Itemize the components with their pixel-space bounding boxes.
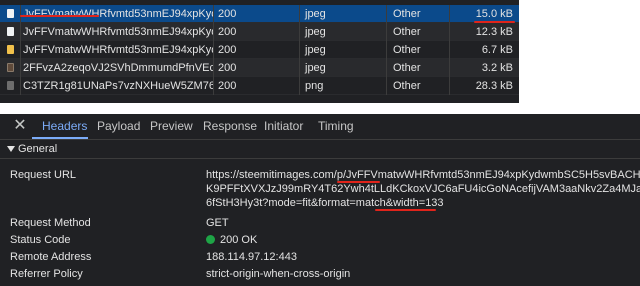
tab-headers[interactable]: Headers	[42, 114, 87, 139]
request-details-pane: ✕ Headers Payload Preview Response Initi…	[0, 114, 640, 286]
chevron-down-icon	[7, 146, 15, 152]
file-type-icon-cell	[0, 5, 20, 23]
request-status: 200	[213, 59, 299, 77]
image-file-icon	[7, 81, 14, 90]
annotation-underline-name	[20, 15, 99, 17]
tab-initiator[interactable]: Initiator	[264, 114, 303, 139]
request-status: 200	[213, 23, 299, 41]
general-section-header[interactable]: General	[0, 140, 640, 159]
request-initiator: Other	[386, 77, 449, 95]
status-code-value-wrap: 200 OK	[206, 234, 257, 246]
image-file-icon	[7, 27, 14, 36]
request-name: JvFFVmatwWHRfvmtd53nmEJ94xpKydw...	[20, 23, 213, 41]
image-file-icon	[7, 45, 14, 54]
request-url-label: Request URL	[10, 169, 77, 181]
request-type: jpeg	[299, 5, 386, 23]
annotation-underline-url-width	[375, 209, 436, 211]
request-method-value: GET	[206, 217, 229, 229]
request-name: JvFFVmatwWHRfvmtd53nmEJ94xpKydw...	[20, 5, 213, 23]
request-url-line-1: https://steemitimages.com/p/JvFFVmatwWHR…	[206, 169, 640, 181]
request-row[interactable]: JvFFVmatwWHRfvmtd53nmEJ94xpKydw... 200 jpe…	[0, 5, 519, 23]
network-request-table: JvFFVmatwWHRfvmtd53nmEJ94xpKydw... 200 jpe…	[0, 0, 519, 103]
request-initiator: Other	[386, 41, 449, 59]
request-name: JvFFVmatwWHRfvmtd53nmEJ94xpKydw...	[20, 41, 213, 59]
file-type-icon-cell	[0, 77, 20, 95]
request-method-label: Request Method	[10, 217, 91, 229]
file-type-icon-cell	[0, 41, 20, 59]
close-icon[interactable]: ✕	[12, 116, 28, 136]
request-initiator: Other	[386, 23, 449, 41]
request-row[interactable]: JvFFVmatwWHRfvmtd53nmEJ94xpKydw... 200 jpe…	[0, 23, 519, 41]
request-row[interactable]: C3TZR1g81UNaPs7vzNXHueW5ZM76D... 200 png Ot…	[0, 77, 519, 95]
request-size: 6.7 kB	[449, 41, 519, 59]
request-row[interactable]: 2FFvzA2zeqoVJ2SVhDmmumdPfnVEcah...200jpe…	[0, 59, 519, 77]
request-name: C3TZR1g81UNaPs7vzNXHueW5ZM76D...	[20, 77, 213, 95]
request-name: 2FFvzA2zeqoVJ2SVhDmmumdPfnVEcah...	[20, 59, 213, 77]
referrer-policy-value: strict-origin-when-cross-origin	[206, 268, 351, 280]
request-url-line-3: 6fStH3Hy3t?mode=fit&format=match&width=1…	[206, 197, 444, 209]
tab-preview[interactable]: Preview	[150, 114, 193, 139]
image-file-icon	[7, 9, 14, 18]
request-url-line-2: K9PFFtXVXJzJ99mRY4T62Ywh4tLLdKCkoxVJC6aF…	[206, 183, 640, 195]
request-status: 200	[213, 5, 299, 23]
request-status: 200	[213, 41, 299, 59]
status-code-value: 200 OK	[220, 234, 258, 246]
status-code-label: Status Code	[10, 234, 71, 246]
request-size: 28.3 kB	[449, 77, 519, 95]
remote-address-value: 188.114.97.12:443	[206, 251, 297, 263]
request-size: 12.3 kB	[449, 23, 519, 41]
file-type-icon-cell	[0, 59, 20, 77]
request-size: 3.2 kB	[449, 59, 519, 77]
referrer-policy-label: Referrer Policy	[10, 268, 83, 280]
details-tab-bar: ✕ Headers Payload Preview Response Initi…	[0, 114, 640, 140]
request-initiator: Other	[386, 5, 449, 23]
annotation-underline-size	[474, 21, 515, 23]
request-status: 200	[213, 77, 299, 95]
tab-payload[interactable]: Payload	[97, 114, 140, 139]
request-type: jpeg	[299, 41, 386, 59]
remote-address-label: Remote Address	[10, 251, 92, 263]
annotation-underline-url-id	[337, 181, 380, 183]
tab-timing[interactable]: Timing	[318, 114, 354, 139]
request-initiator: Other	[386, 59, 449, 77]
active-tab-indicator	[32, 137, 88, 139]
image-file-icon	[7, 63, 14, 72]
request-type: png	[299, 77, 386, 95]
request-type: jpeg	[299, 59, 386, 77]
tab-response[interactable]: Response	[203, 114, 257, 139]
general-section-title: General	[18, 143, 58, 155]
request-row[interactable]: JvFFVmatwWHRfvmtd53nmEJ94xpKydw... 200 jpe…	[0, 41, 519, 59]
status-ok-icon	[206, 235, 215, 244]
request-type: jpeg	[299, 23, 386, 41]
file-type-icon-cell	[0, 23, 20, 41]
